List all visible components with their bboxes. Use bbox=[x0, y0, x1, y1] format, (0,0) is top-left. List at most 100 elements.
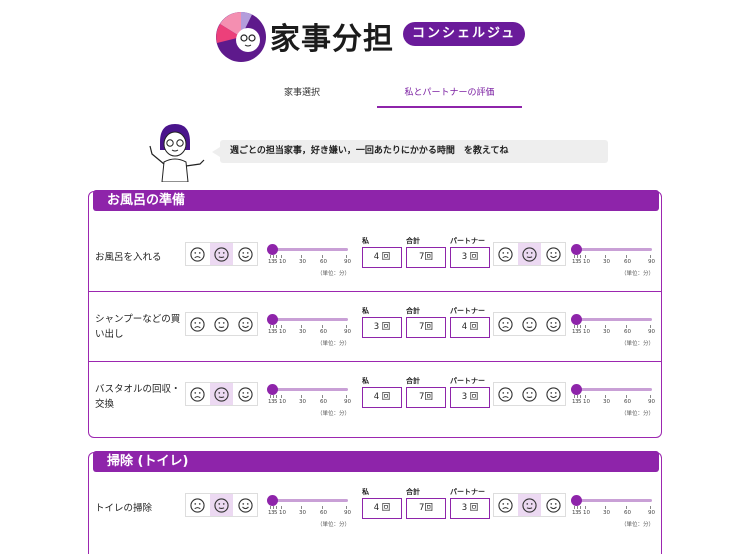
slider-tick-label: 60 bbox=[320, 259, 327, 265]
slider-unit-label: （単位：分） bbox=[621, 522, 655, 528]
slider-tick-label: 90 bbox=[344, 329, 351, 335]
slider-tick-label: 60 bbox=[624, 510, 631, 516]
slider-track[interactable] bbox=[574, 318, 652, 321]
slider-knob[interactable] bbox=[267, 244, 278, 255]
partner-smile-button[interactable] bbox=[541, 494, 565, 516]
partner-neutral-button[interactable] bbox=[518, 383, 542, 405]
me-frown-button[interactable] bbox=[186, 243, 210, 265]
me-neutral-button[interactable] bbox=[209, 243, 234, 265]
slider-track[interactable] bbox=[270, 248, 348, 251]
slider-track[interactable] bbox=[574, 499, 652, 502]
slider-tick-labels: 1 3 5 10 30 60 90 bbox=[267, 510, 351, 518]
slider-tick-label: 90 bbox=[648, 259, 655, 265]
me-smile-button[interactable] bbox=[233, 494, 257, 516]
slider-tick-label: 10 bbox=[279, 329, 286, 335]
pie-chart-logo-icon bbox=[216, 12, 266, 62]
partner-frown-button[interactable] bbox=[494, 494, 518, 516]
neutral-face-icon bbox=[214, 386, 229, 402]
slider-unit-label: （単位：分） bbox=[317, 411, 351, 417]
slider-tick-label: 10 bbox=[279, 259, 286, 265]
partner-smile-button[interactable] bbox=[541, 313, 565, 335]
slider-unit-label: （単位：分） bbox=[621, 341, 655, 347]
partner-count-value[interactable]: 4 回 bbox=[450, 317, 490, 338]
neutral-face-icon bbox=[214, 316, 229, 332]
partner-smile-button[interactable] bbox=[541, 243, 565, 265]
me-count-value[interactable]: 4 回 bbox=[362, 247, 402, 268]
me-frown-button[interactable] bbox=[186, 494, 210, 516]
frown-face-icon bbox=[190, 316, 205, 332]
frown-face-icon bbox=[190, 497, 205, 513]
slider-track[interactable] bbox=[270, 499, 348, 502]
logo-badge: コンシェルジュ bbox=[403, 22, 526, 46]
slider-tick-label: 10 bbox=[279, 510, 286, 516]
me-count-value[interactable]: 4 回 bbox=[362, 387, 402, 408]
partner-count-label: パートナー bbox=[450, 377, 485, 385]
slider-tick-labels: 1 3 5 10 30 60 90 bbox=[267, 259, 351, 267]
slider-tick-label: 90 bbox=[648, 510, 655, 516]
slider-knob[interactable] bbox=[571, 244, 582, 255]
slider-knob[interactable] bbox=[571, 314, 582, 325]
me-neutral-button[interactable] bbox=[209, 494, 234, 516]
slider-knob[interactable] bbox=[571, 495, 582, 506]
slider-tick-label: 10 bbox=[583, 329, 590, 335]
me-count-label: 私 bbox=[362, 488, 369, 496]
me-neutral-button[interactable] bbox=[209, 383, 234, 405]
tab-task-select[interactable]: 家事選択 bbox=[232, 82, 372, 108]
slider-track[interactable] bbox=[574, 388, 652, 391]
partner-count-value[interactable]: 3 回 bbox=[450, 387, 490, 408]
partner-neutral-button[interactable] bbox=[517, 494, 542, 516]
slider-track[interactable] bbox=[574, 248, 652, 251]
partner-time-slider[interactable]: 1 3 5 10 30 60 90 （単位：分） bbox=[571, 242, 655, 282]
slider-knob[interactable] bbox=[267, 495, 278, 506]
partner-count-label: パートナー bbox=[450, 237, 485, 245]
frown-face-icon bbox=[190, 386, 205, 402]
me-time-slider[interactable]: 1 3 5 10 30 60 90 （単位：分） bbox=[267, 493, 351, 533]
slider-tick-label: 60 bbox=[624, 259, 631, 265]
partner-time-slider[interactable]: 1 3 5 10 30 60 90 （単位：分） bbox=[571, 312, 655, 352]
me-frown-button[interactable] bbox=[186, 313, 210, 335]
smile-face-icon bbox=[238, 386, 253, 402]
me-time-slider[interactable]: 1 3 5 10 30 60 90 （単位：分） bbox=[267, 312, 351, 352]
me-smile-button[interactable] bbox=[233, 243, 257, 265]
slider-tick-label: 5 bbox=[578, 399, 582, 405]
slider-tick-label: 5 bbox=[274, 510, 278, 516]
slider-knob[interactable] bbox=[267, 314, 278, 325]
tab-evaluation[interactable]: 私とパートナーの評価 bbox=[377, 82, 522, 108]
me-neutral-button[interactable] bbox=[210, 313, 234, 335]
partner-frown-button[interactable] bbox=[494, 383, 518, 405]
partner-time-slider[interactable]: 1 3 5 10 30 60 90 （単位：分） bbox=[571, 493, 655, 533]
slider-knob[interactable] bbox=[571, 384, 582, 395]
me-frown-button[interactable] bbox=[186, 383, 210, 405]
partner-count-value[interactable]: 3 回 bbox=[450, 498, 490, 519]
partner-time-slider[interactable]: 1 3 5 10 30 60 90 （単位：分） bbox=[571, 382, 655, 422]
me-smile-button[interactable] bbox=[233, 313, 257, 335]
slider-knob[interactable] bbox=[267, 384, 278, 395]
slider-tick-labels: 1 3 5 10 30 60 90 bbox=[267, 399, 351, 407]
me-time-slider[interactable]: 1 3 5 10 30 60 90 （単位：分） bbox=[267, 242, 351, 282]
me-count-value[interactable]: 4 回 bbox=[362, 498, 402, 519]
partner-neutral-button[interactable] bbox=[517, 243, 542, 265]
task-name: トイレの掃除 bbox=[95, 502, 153, 514]
me-time-slider[interactable]: 1 3 5 10 30 60 90 （単位：分） bbox=[267, 382, 351, 422]
task-row: トイレの掃除 1 3 5 10 30 60 90 （単位：分）私 4 回合計 7回 パートナー 3 回1… bbox=[89, 473, 661, 543]
neutral-face-icon bbox=[214, 497, 229, 513]
partner-rating bbox=[493, 382, 566, 406]
slider-tick-label: 90 bbox=[648, 399, 655, 405]
slider-tick-label: 30 bbox=[603, 399, 610, 405]
partner-count-value[interactable]: 3 回 bbox=[450, 247, 490, 268]
partner-neutral-button[interactable] bbox=[518, 313, 542, 335]
partner-frown-button[interactable] bbox=[494, 243, 518, 265]
me-smile-button[interactable] bbox=[233, 383, 257, 405]
slider-tick-label: 10 bbox=[583, 510, 590, 516]
me-count-value[interactable]: 3 回 bbox=[362, 317, 402, 338]
slider-tick-labels: 1 3 5 10 30 60 90 bbox=[267, 329, 351, 337]
task-row: バスタオルの回収・交換 1 3 5 10 30 60 90 （単位：分）私 4 回合計 7回 パートナ… bbox=[89, 362, 661, 432]
slider-tick-label: 5 bbox=[274, 399, 278, 405]
partner-smile-button[interactable] bbox=[541, 383, 565, 405]
slider-tick-labels: 1 3 5 10 30 60 90 bbox=[571, 329, 655, 337]
total-count-label: 合計 bbox=[406, 237, 420, 245]
slider-tick-label: 10 bbox=[279, 399, 286, 405]
partner-frown-button[interactable] bbox=[494, 313, 518, 335]
slider-track[interactable] bbox=[270, 318, 348, 321]
slider-track[interactable] bbox=[270, 388, 348, 391]
